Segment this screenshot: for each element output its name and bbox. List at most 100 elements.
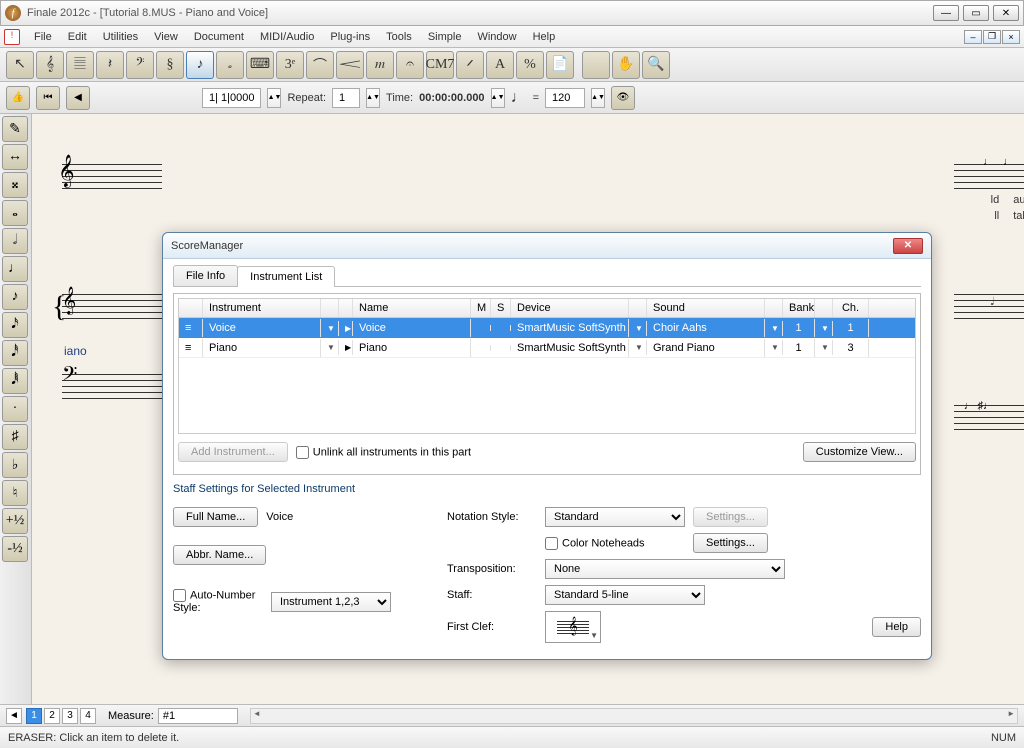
play-icon[interactable]: ▶	[339, 340, 353, 355]
abbr-name-button[interactable]: Abbr. Name...	[173, 545, 266, 565]
tool-button-6[interactable]: ♪	[186, 51, 214, 79]
side-tool-5[interactable]: ♩	[2, 256, 28, 282]
tool-button-2[interactable]: 𝄚	[66, 51, 94, 79]
score-canvas[interactable]: 𝄞 { 𝄞 𝄢 iano ♩ ♩ ld auld ll take	[32, 114, 1024, 704]
tool-button-18[interactable]: 📄	[546, 51, 574, 79]
dropdown-icon[interactable]: ▼	[765, 321, 783, 336]
dropdown-icon[interactable]: ▼	[815, 321, 833, 336]
tempo-spinner[interactable]: ▲▼	[591, 88, 605, 108]
tab-file-info[interactable]: File Info	[173, 265, 238, 286]
tool-button-7[interactable]: 𝅗	[216, 51, 244, 79]
full-name-button[interactable]: Full Name...	[173, 507, 258, 527]
dialog-titlebar[interactable]: ScoreManager ✕	[163, 233, 931, 259]
transposition-select[interactable]: None	[545, 559, 785, 579]
tool-button-20[interactable]: ✋	[612, 51, 640, 79]
repeat-spinner[interactable]: ▲▼	[366, 88, 380, 108]
menu-utilities[interactable]: Utilities	[95, 31, 146, 43]
color-settings-button[interactable]: Settings...	[693, 533, 768, 553]
menu-plugins[interactable]: Plug-ins	[322, 31, 378, 43]
staff-select[interactable]: Standard 5-line	[545, 585, 705, 605]
menu-file[interactable]: File	[26, 31, 60, 43]
dropdown-icon[interactable]: ▼	[765, 340, 783, 355]
menu-window[interactable]: Window	[469, 31, 524, 43]
close-button[interactable]: ✕	[993, 5, 1019, 21]
rewind-button[interactable]: ⏮	[36, 86, 60, 110]
customize-view-button[interactable]: Customize View...	[803, 442, 916, 462]
tool-button-17[interactable]: %	[516, 51, 544, 79]
side-tool-14[interactable]: +½	[2, 508, 28, 534]
tempo-field[interactable]: 120	[545, 88, 585, 108]
col-ch[interactable]: Ch.	[833, 299, 869, 317]
tool-button-19[interactable]	[582, 51, 610, 79]
tool-button-11[interactable]: 𝆒	[336, 51, 364, 79]
tool-button-16[interactable]: A	[486, 51, 514, 79]
side-tool-15[interactable]: -½	[2, 536, 28, 562]
side-tool-8[interactable]: 𝅘𝅥𝅰	[2, 340, 28, 366]
dropdown-icon[interactable]: ▼	[321, 340, 339, 355]
position-spinner[interactable]: ▲▼	[267, 88, 281, 108]
tool-button-15[interactable]: 𝄍	[456, 51, 484, 79]
stop-button[interactable]: ◀	[66, 86, 90, 110]
dropdown-icon[interactable]: ▼	[629, 321, 647, 336]
tab-instrument-list[interactable]: Instrument List	[237, 266, 335, 287]
tool-button-13[interactable]: 𝄐	[396, 51, 424, 79]
tool-button-21[interactable]: 🔍	[642, 51, 670, 79]
side-tool-11[interactable]: ♯	[2, 424, 28, 450]
mdi-restore-button[interactable]: ❐	[983, 30, 1001, 44]
dialog-close-button[interactable]: ✕	[893, 238, 923, 254]
help-button[interactable]: Help	[872, 617, 921, 637]
minimize-button[interactable]: —	[933, 5, 959, 21]
menu-view[interactable]: View	[146, 31, 186, 43]
table-row[interactable]: Voice▼▶VoiceSmartMusic SoftSynth▼Choir A…	[179, 318, 915, 338]
tool-button-10[interactable]: ⌒	[306, 51, 334, 79]
side-tool-10[interactable]: ·	[2, 396, 28, 422]
pager-prev[interactable]: ◄	[6, 708, 22, 724]
col-device[interactable]: Device	[511, 299, 629, 317]
col-s[interactable]: S	[491, 299, 511, 317]
unlink-checkbox[interactable]: Unlink all instruments in this part	[296, 446, 471, 459]
menu-simple[interactable]: Simple	[420, 31, 470, 43]
page-3[interactable]: 3	[62, 708, 78, 724]
tempo-note-spinner[interactable]: ▲▼	[491, 88, 505, 108]
dropdown-icon[interactable]: ▼	[629, 340, 647, 355]
color-noteheads-checkbox[interactable]: Color Noteheads	[545, 537, 685, 550]
tool-button-9[interactable]: 3ᵉ	[276, 51, 304, 79]
play-icon[interactable]: ▶	[339, 321, 353, 336]
mdi-close-button[interactable]: ×	[1002, 30, 1020, 44]
repeat-field[interactable]: 1	[332, 88, 360, 108]
notation-style-select[interactable]: Standard	[545, 507, 685, 527]
side-tool-13[interactable]: ♮	[2, 480, 28, 506]
col-name[interactable]: Name	[353, 299, 471, 317]
side-tool-12[interactable]: ♭	[2, 452, 28, 478]
auto-number-select[interactable]: Instrument 1,2,3	[271, 592, 391, 612]
col-m[interactable]: M	[471, 299, 491, 317]
side-tool-9[interactable]: 𝅘𝅥𝅱	[2, 368, 28, 394]
tool-button-8[interactable]: ⌨	[246, 51, 274, 79]
side-tool-4[interactable]: 𝅗𝅥	[2, 228, 28, 254]
page-4[interactable]: 4	[80, 708, 96, 724]
tool-button-5[interactable]: §	[156, 51, 184, 79]
position-field[interactable]: 1| 1|0000	[202, 88, 261, 108]
maximize-button[interactable]: ▭	[963, 5, 989, 21]
col-sound[interactable]: Sound	[647, 299, 765, 317]
page-1[interactable]: 1	[26, 708, 42, 724]
measure-field[interactable]: #1	[158, 708, 238, 724]
side-tool-0[interactable]: ✎	[2, 116, 28, 142]
menu-midiaudio[interactable]: MIDI/Audio	[252, 31, 322, 43]
add-instrument-button[interactable]: Add Instrument...	[178, 442, 288, 462]
dropdown-icon[interactable]: ▼	[815, 340, 833, 355]
notation-settings-button[interactable]: Settings...	[693, 507, 768, 527]
dropdown-icon[interactable]: ▼	[321, 321, 339, 336]
record-button[interactable]: 👍	[6, 86, 30, 110]
play-button[interactable]: 👁	[611, 86, 635, 110]
tool-button-12[interactable]: 𝆐	[366, 51, 394, 79]
menu-edit[interactable]: Edit	[60, 31, 95, 43]
side-tool-2[interactable]: 𝄪	[2, 172, 28, 198]
table-row[interactable]: Piano▼▶PianoSmartMusic SoftSynth▼Grand P…	[179, 338, 915, 358]
side-tool-6[interactable]: ♪	[2, 284, 28, 310]
horizontal-scrollbar[interactable]	[250, 708, 1018, 724]
tool-button-14[interactable]: CM7	[426, 51, 454, 79]
col-bank[interactable]: Bank	[783, 299, 815, 317]
mdi-minimize-button[interactable]: –	[964, 30, 982, 44]
auto-number-checkbox[interactable]: Auto-Number Style:	[173, 589, 263, 614]
